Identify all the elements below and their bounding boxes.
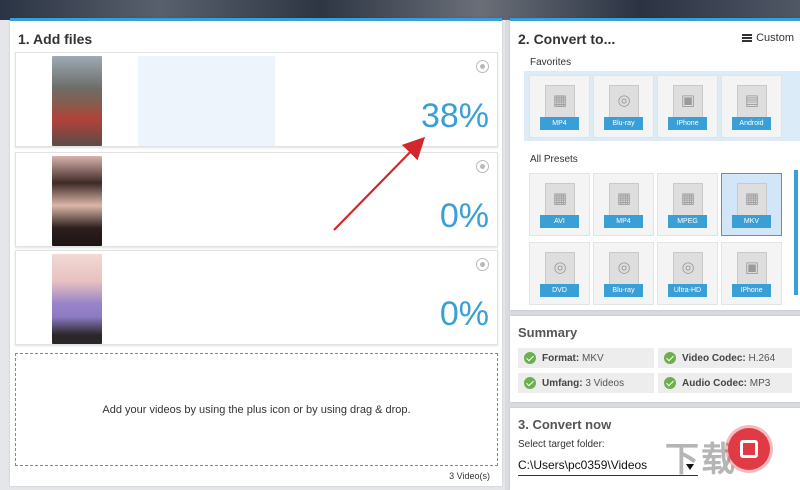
video-thumbnail [52,56,102,146]
video-count: 3 Video(s) [449,471,490,481]
disc-icon: ◎ [609,252,639,288]
remove-file-icon[interactable] [476,60,489,73]
preset-android-favorite[interactable]: ▤ Android [721,75,782,138]
convert-to-title: 2. Convert to... [518,31,616,47]
check-icon [524,352,536,364]
all-presets-label: All Presets [530,154,578,165]
film-icon: ▦ [737,183,767,219]
progress-bar [138,56,275,146]
preset-mpeg[interactable]: ▦ MPEG [657,173,718,236]
preset-label: MP4 [540,117,579,130]
android-icon: ▤ [737,85,767,121]
summary-audio-codec: Audio Codec: MP3 [658,373,792,393]
disc-icon: ◎ [609,85,639,121]
check-icon [524,377,536,389]
preset-label: AVI [540,215,579,228]
preset-label: IPhone [732,284,771,297]
file-item[interactable]: 38% [15,52,498,147]
remove-file-icon[interactable] [476,258,489,271]
target-folder-value: C:\Users\pc0359\Videos [518,458,648,472]
custom-button[interactable]: Custom [742,32,794,44]
preset-mp4[interactable]: ▦ MP4 [593,173,654,236]
preset-label: MKV [732,215,771,228]
menu-icon [742,34,753,42]
file-item[interactable]: 0% [15,152,498,247]
film-icon: ▦ [545,85,575,121]
custom-label: Custom [756,32,794,44]
summary-format: Format: MKV [518,348,654,368]
check-icon [664,352,676,364]
preset-ultrahd[interactable]: ◎ Ultra-HD [657,242,718,305]
summary-umfang: Umfang: 3 Videos [518,373,654,393]
drop-zone[interactable]: Add your videos by using the plus icon o… [15,353,498,466]
convert-record-button[interactable] [728,428,770,470]
film-icon: ▦ [609,183,639,219]
video-thumbnail [52,156,102,246]
file-item[interactable]: 0% [15,250,498,345]
apple-icon: ▣ [737,252,767,288]
preset-bluray[interactable]: ◎ Blu-ray [593,242,654,305]
film-icon: ▦ [545,183,575,219]
disc-icon: ◎ [673,252,703,288]
preset-label: Ultra-HD [668,284,707,297]
preset-label: Android [732,117,771,130]
preset-bluray-favorite[interactable]: ◎ Blu-ray [593,75,654,138]
preset-mp4-favorite[interactable]: ▦ MP4 [529,75,590,138]
check-icon [664,377,676,389]
preset-mkv[interactable]: ▦ MKV [721,173,782,236]
target-folder-label: Select target folder: [518,439,605,450]
preset-iphone-favorite[interactable]: ▣ IPhone [657,75,718,138]
preset-label: Blu-ray [604,117,643,130]
preset-label: DVD [540,284,579,297]
preset-label: MPEG [668,215,707,228]
preset-dvd[interactable]: ◎ DVD [529,242,590,305]
progress-percent: 0% [439,295,489,333]
add-files-title: 1. Add files [18,31,93,47]
summary-video-codec: Video Codec: H.264 [658,348,792,368]
disc-icon: ◎ [545,252,575,288]
drop-hint: Add your videos by using the plus icon o… [102,403,411,416]
preset-label: MP4 [604,215,643,228]
remove-file-icon[interactable] [476,160,489,173]
preset-label: IPhone [668,117,707,130]
top-banner-image [0,0,800,20]
preset-label: Blu-ray [604,284,643,297]
convert-to-panel: 2. Convert to... Custom Favorites ▦ MP4 … [510,18,800,310]
preset-avi[interactable]: ▦ AVI [529,173,590,236]
presets-scrollbar[interactable] [794,170,798,295]
convert-now-title: 3. Convert now [518,417,612,432]
summary-title: Summary [518,325,578,340]
preset-iphone[interactable]: ▣ IPhone [721,242,782,305]
add-files-panel: 1. Add files 38% 0% 0% Add your videos b… [10,18,502,486]
progress-percent: 38% [420,97,489,135]
summary-panel: Summary Format: MKV Video Codec: H.264 U… [510,316,800,402]
video-thumbnail [52,254,102,344]
film-icon: ▦ [673,183,703,219]
apple-icon: ▣ [673,85,703,121]
progress-percent: 0% [439,197,489,235]
favorites-label: Favorites [530,57,572,68]
